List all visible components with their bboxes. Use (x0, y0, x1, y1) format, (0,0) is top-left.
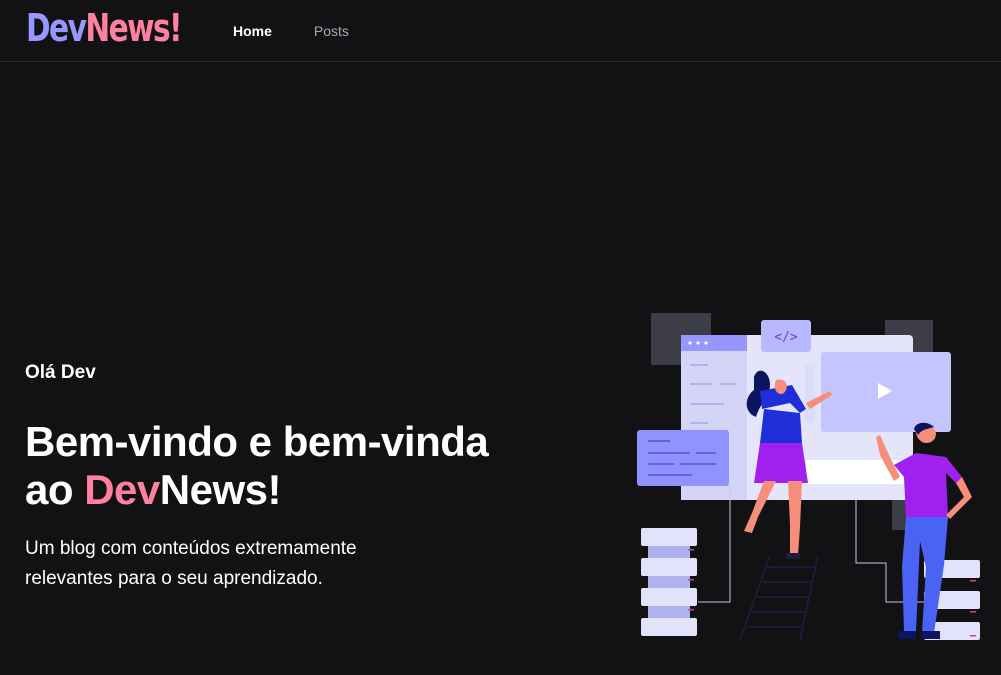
svg-text:</>: </> (774, 330, 798, 345)
logo-part-news: News! (85, 6, 182, 50)
site-header: DevNews! Home Posts (0, 0, 1001, 62)
main-nav: Home Posts (233, 0, 349, 62)
site-logo[interactable]: DevNews! (26, 4, 183, 52)
hero-title-line1: Bem-vindo e bem-vinda (25, 418, 489, 465)
nav-home-link[interactable]: Home (233, 0, 272, 62)
hero-description: Um blog com conteúdos extremamente relev… (25, 538, 357, 589)
hero-greeting: Olá Dev (25, 362, 96, 383)
logo-part-dev: Dev (26, 6, 87, 50)
hero-title-prefix: ao (25, 466, 85, 513)
hero-title-highlight: Dev (84, 466, 160, 513)
nav-posts-link[interactable]: Posts (314, 0, 349, 62)
hero-title-suffix: News! (159, 466, 282, 513)
hero-title: Bem-vindo e bem-vinda ao DevNews! (25, 418, 545, 514)
developers-illustration-icon: </> (637, 313, 980, 641)
